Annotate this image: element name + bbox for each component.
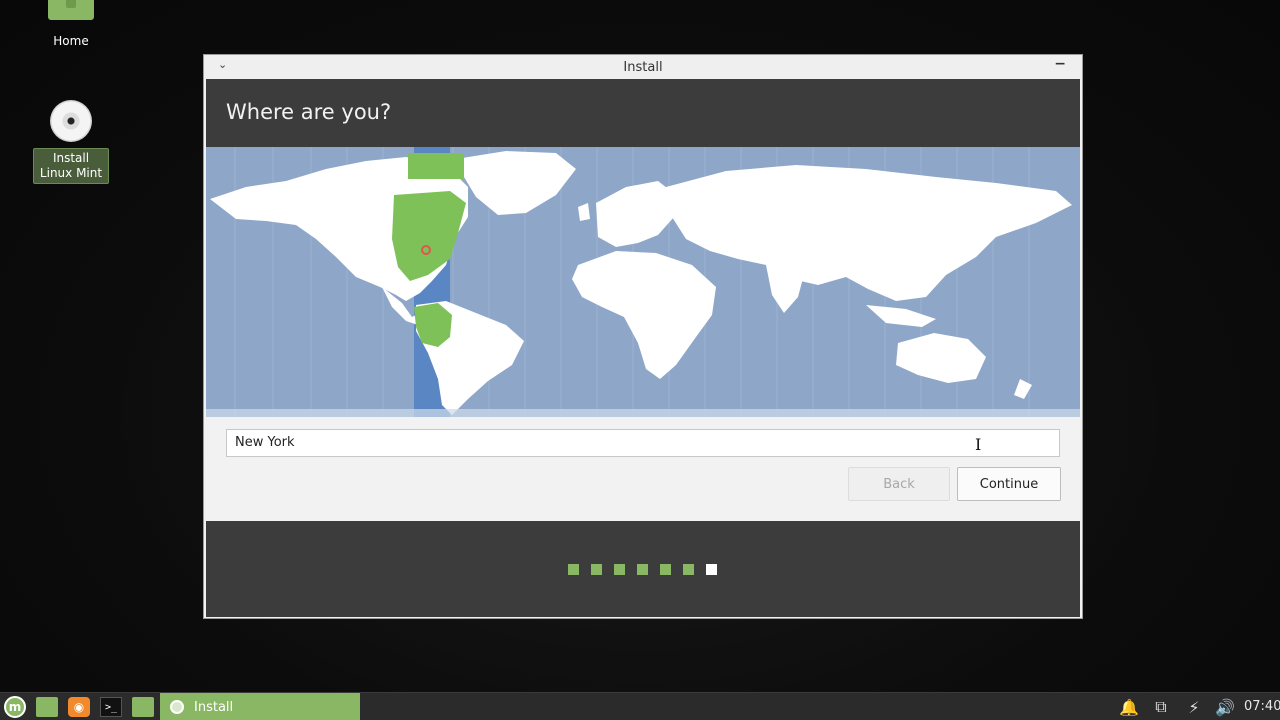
volume-icon[interactable]: 🔊 bbox=[1213, 697, 1237, 717]
start-menu-button[interactable]: m bbox=[4, 696, 26, 718]
progress-footer bbox=[206, 521, 1080, 617]
notifications-bell-icon[interactable]: 🔔 bbox=[1117, 697, 1141, 717]
install-window: ⌄ Install − Where are you? New York I Ba… bbox=[203, 54, 1083, 619]
timezone-map[interactable] bbox=[206, 147, 1080, 417]
window-title: Install bbox=[623, 59, 663, 75]
progress-step bbox=[660, 564, 671, 575]
taskbar-window-install[interactable]: Install bbox=[160, 693, 360, 720]
folder-icon bbox=[132, 697, 154, 717]
desktop-icon-label: Home bbox=[53, 34, 89, 48]
mint-logo-icon: m bbox=[4, 696, 26, 718]
progress-steps bbox=[568, 564, 717, 575]
desktop-icon bbox=[36, 697, 58, 717]
progress-step bbox=[614, 564, 625, 575]
terminal-icon: >_ bbox=[100, 697, 122, 717]
installer-icon bbox=[170, 700, 184, 714]
world-map-graphic bbox=[206, 147, 1080, 417]
page-header: Where are you? bbox=[206, 79, 1080, 147]
launcher-firefox[interactable]: ◉ bbox=[68, 697, 90, 717]
continue-button[interactable]: Continue bbox=[957, 467, 1061, 501]
page-title: Where are you? bbox=[226, 100, 392, 124]
back-button[interactable]: Back bbox=[848, 467, 950, 501]
window-menu-icon[interactable]: ⌄ bbox=[218, 58, 227, 71]
power-icon[interactable]: ⚡ bbox=[1182, 697, 1206, 717]
disc-icon bbox=[50, 100, 92, 142]
window-titlebar[interactable]: ⌄ Install − bbox=[204, 55, 1082, 79]
taskbar-window-label: Install bbox=[194, 699, 234, 715]
text-cursor-icon: I bbox=[975, 435, 982, 454]
progress-step bbox=[568, 564, 579, 575]
desktop-icon-home[interactable]: Home bbox=[33, 0, 109, 51]
progress-step bbox=[591, 564, 602, 575]
progress-step-current bbox=[706, 564, 717, 575]
desktop-icon-label: Install Linux Mint bbox=[33, 148, 109, 184]
desktop-icon-install-linux-mint[interactable]: Install Linux Mint bbox=[33, 100, 109, 184]
firefox-icon: ◉ bbox=[68, 697, 90, 717]
progress-step bbox=[683, 564, 694, 575]
launcher-show-desktop[interactable] bbox=[36, 697, 58, 717]
launcher-files[interactable] bbox=[132, 697, 154, 717]
timezone-input[interactable]: New York bbox=[226, 429, 1060, 457]
progress-step bbox=[637, 564, 648, 575]
minimize-button[interactable]: − bbox=[1054, 56, 1066, 72]
network-icon[interactable]: ⧉ bbox=[1149, 697, 1173, 717]
home-folder-icon bbox=[48, 0, 94, 20]
launcher-terminal[interactable]: >_ bbox=[100, 697, 122, 717]
taskbar: m ◉ >_ Install 🔔 ⧉ ⚡ 🔊 07:40 bbox=[0, 692, 1280, 720]
clock[interactable]: 07:40 bbox=[1244, 699, 1280, 714]
